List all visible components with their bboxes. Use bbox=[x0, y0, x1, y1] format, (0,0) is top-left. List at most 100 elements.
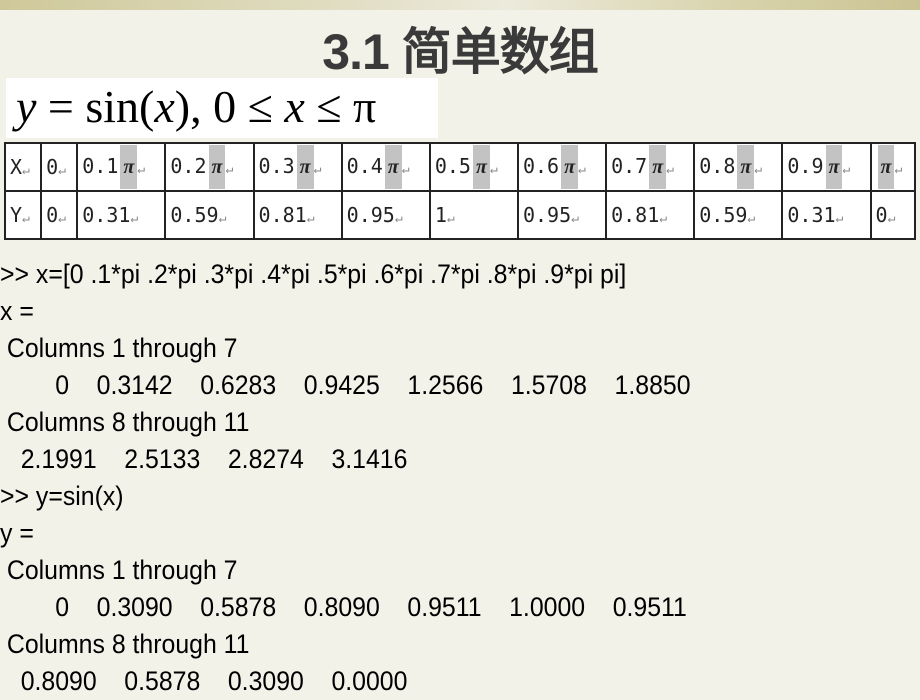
return-mark-icon: ↵ bbox=[894, 162, 903, 177]
console-line: Columns 8 through 11 bbox=[0, 629, 250, 659]
formula-x: x bbox=[154, 81, 175, 132]
label-x: X bbox=[10, 155, 23, 179]
cell-number: 0 bbox=[875, 203, 888, 227]
return-mark-icon: ↵ bbox=[835, 211, 844, 226]
return-mark-icon: ↵ bbox=[754, 162, 763, 177]
pi-symbol: π bbox=[877, 145, 895, 189]
table-cell-x: 0.5 π ↵ bbox=[428, 142, 519, 192]
table-cell-y: 0↵ bbox=[869, 190, 917, 240]
table-cell-x: 0.6 π ↵ bbox=[516, 142, 608, 192]
table-row-x: X↵ 0↵ 0.1 π ↵ 0.2 π ↵ 0.3 π ↵ 0.4 π ↵ 0.5 π ↵ 0.6 π ↵ 0.7 π ↵ 0… bbox=[3, 142, 917, 192]
decorative-top-bar bbox=[0, 0, 920, 10]
formula-eq: = sin( bbox=[36, 81, 155, 132]
console-line: 0 0.3090 0.5878 0.8090 0.9511 1.0000 0.9… bbox=[0, 592, 687, 622]
formula-mid: ), 0 ≤ bbox=[174, 81, 285, 132]
return-mark-icon: ↵ bbox=[313, 162, 322, 177]
cell-number: 0.95 bbox=[522, 203, 572, 227]
cell-number: 1 bbox=[434, 203, 447, 227]
console-line: y = bbox=[0, 518, 34, 548]
return-mark-icon: ↵ bbox=[887, 211, 896, 226]
cell-number: 0.4 bbox=[346, 154, 383, 178]
formula-rhs: ≤ π bbox=[304, 81, 377, 132]
return-mark-icon: ↵ bbox=[571, 211, 579, 226]
table-cell-y: 0.31↵ bbox=[76, 190, 167, 240]
console-line: Columns 1 through 7 bbox=[0, 555, 238, 585]
table-cell-x: 0.7 π ↵ bbox=[605, 142, 696, 192]
formula-y: y bbox=[16, 81, 37, 132]
cell-number: 0 bbox=[46, 203, 59, 227]
pi-symbol: π bbox=[296, 145, 314, 189]
pi-symbol: π bbox=[384, 145, 402, 189]
table-cell-y: 0.95↵ bbox=[516, 190, 608, 240]
formula-x2: x bbox=[284, 81, 305, 132]
pi-symbol: π bbox=[649, 145, 667, 189]
cell-number: 0.59 bbox=[699, 203, 748, 227]
table-cell-y: 0.81↵ bbox=[252, 190, 343, 240]
pi-symbol: π bbox=[825, 145, 843, 189]
cell-number: 0.95 bbox=[346, 203, 395, 227]
cell-number: 0.59 bbox=[170, 203, 219, 227]
return-mark-icon: ↵ bbox=[218, 211, 227, 226]
table-header-x: X↵ bbox=[3, 142, 43, 192]
formula-image: y = sin(x), 0 ≤ x ≤ π bbox=[6, 78, 438, 138]
table-cell-y: 0.59↵ bbox=[164, 190, 255, 240]
return-mark-icon: ↵ bbox=[747, 211, 756, 226]
cell-number: 0.31 bbox=[787, 203, 836, 227]
cell-number: 0 bbox=[46, 155, 59, 179]
return-mark-icon: ↵ bbox=[394, 211, 403, 226]
table-cell-x: 0.8 π ↵ bbox=[693, 142, 784, 192]
cell-number: 0.81 bbox=[258, 203, 307, 227]
pi-symbol: π bbox=[120, 145, 138, 189]
label-y: Y bbox=[10, 203, 23, 227]
pi-symbol: π bbox=[561, 145, 578, 189]
return-mark-icon: ↵ bbox=[446, 211, 455, 226]
console-line: 2.1991 2.5133 2.8274 3.1416 bbox=[0, 444, 408, 474]
table-cell-x: π ↵ bbox=[869, 142, 917, 192]
table-cell-y: 0.95↵ bbox=[340, 190, 431, 240]
table-cell-x: 0↵ bbox=[40, 142, 79, 192]
cell-number: 0.6 bbox=[522, 154, 560, 178]
table-row-y: Y↵ 0↵ 0.31↵ 0.59↵ 0.81↵ 0.95↵ 1↵ 0.95↵ 0.81↵ 0.59… bbox=[3, 190, 917, 240]
return-mark-icon: ↵ bbox=[659, 211, 668, 226]
return-mark-icon: ↵ bbox=[842, 162, 851, 177]
console-line: Columns 1 through 7 bbox=[0, 333, 238, 363]
cell-number: 0.9 bbox=[787, 154, 824, 178]
slide-title: 3.1 简单数组 bbox=[322, 24, 598, 80]
console-line: 0.8090 0.5878 0.3090 0.0000 bbox=[0, 666, 408, 696]
cell-number: 0.81 bbox=[611, 203, 660, 227]
return-mark-icon: ↵ bbox=[22, 211, 30, 226]
pi-symbol: π bbox=[472, 145, 490, 189]
return-mark-icon: ↵ bbox=[578, 162, 586, 177]
table-cell-x: 0.1 π ↵ bbox=[76, 142, 167, 192]
table-cell-y: 1↵ bbox=[428, 190, 519, 240]
table-header-y: Y↵ bbox=[3, 190, 43, 240]
table-cell-x: 0.2 π ↵ bbox=[164, 142, 255, 192]
cell-number: 0.8 bbox=[699, 154, 736, 178]
return-mark-icon: ↵ bbox=[58, 211, 66, 226]
pi-symbol: π bbox=[208, 145, 226, 189]
cell-number: 0.31 bbox=[82, 203, 131, 227]
pi-symbol: π bbox=[737, 145, 755, 189]
return-mark-icon: ↵ bbox=[666, 162, 674, 177]
table-cell-y: 0.31↵ bbox=[781, 190, 872, 240]
values-table: X↵ 0↵ 0.1 π ↵ 0.2 π ↵ 0.3 π ↵ 0.4 π ↵ 0.5 π ↵ 0.6 π ↵ 0.7 π ↵ 0… bbox=[3, 142, 917, 240]
return-mark-icon: ↵ bbox=[306, 211, 315, 226]
return-mark-icon: ↵ bbox=[225, 162, 234, 177]
return-mark-icon: ↵ bbox=[22, 163, 30, 178]
cell-number: 0.5 bbox=[434, 154, 471, 178]
cell-number: 0.1 bbox=[82, 154, 119, 178]
return-mark-icon: ↵ bbox=[130, 211, 139, 226]
return-mark-icon: ↵ bbox=[58, 163, 66, 178]
console-line: >> y=sin(x) bbox=[0, 481, 124, 511]
cell-number: 0.2 bbox=[170, 154, 207, 178]
table-cell-y: 0.81↵ bbox=[605, 190, 696, 240]
console-line: >> x=[0 .1*pi .2*pi .3*pi .4*pi .5*pi .6… bbox=[0, 259, 627, 289]
cell-number: 0.7 bbox=[611, 154, 648, 178]
cell-number: 0.3 bbox=[258, 154, 295, 178]
return-mark-icon: ↵ bbox=[137, 162, 146, 177]
console-line: Columns 8 through 11 bbox=[0, 407, 250, 437]
table-cell-x: 0.9 π ↵ bbox=[781, 142, 872, 192]
table-cell-y: 0↵ bbox=[40, 190, 79, 240]
table-cell-x: 0.3 π ↵ bbox=[252, 142, 343, 192]
table-cell-y: 0.59↵ bbox=[693, 190, 784, 240]
